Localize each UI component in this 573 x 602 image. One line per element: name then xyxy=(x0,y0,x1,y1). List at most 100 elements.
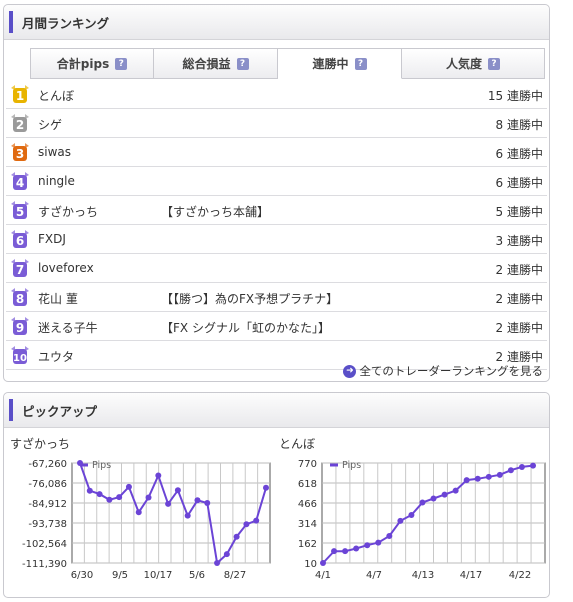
data-point[interactable] xyxy=(253,517,260,524)
data-point[interactable] xyxy=(223,551,230,558)
trader-name[interactable]: すざかっち xyxy=(38,203,98,220)
trader-name[interactable]: シゲ xyxy=(38,116,62,133)
data-point[interactable] xyxy=(507,467,514,474)
x-tick-label: 8/27 xyxy=(224,570,246,581)
rank-medal-icon: 2 xyxy=(11,114,29,132)
arrow-right-icon: ➜ xyxy=(343,364,357,378)
tab-total-pips[interactable]: 合計pips? xyxy=(30,48,154,79)
ranking-row: 6 FXDJ 3 連勝中 xyxy=(6,225,547,254)
data-point[interactable] xyxy=(174,487,181,494)
trader-service[interactable]: 【【勝つ】為のFX予想プラチナ】 xyxy=(161,290,338,307)
y-tick-label: 162 xyxy=(298,539,317,550)
ranking-row: 1 とんぼ 15 連勝中 xyxy=(6,80,547,109)
y-tick-label: 466 xyxy=(298,499,317,510)
data-point[interactable] xyxy=(233,533,240,540)
ranking-row: 3 siwas 6 連勝中 xyxy=(6,138,547,167)
y-tick-label: 770 xyxy=(298,459,317,470)
rank-medal-icon: 10 xyxy=(11,346,29,364)
data-point[interactable] xyxy=(331,548,338,555)
rank-number: 7 xyxy=(16,263,24,277)
data-point[interactable] xyxy=(116,494,123,501)
data-point[interactable] xyxy=(530,462,536,469)
data-point[interactable] xyxy=(408,511,415,518)
win-streak-value: 3 連勝中 xyxy=(495,234,543,248)
data-point[interactable] xyxy=(155,472,162,479)
help-icon[interactable]: ? xyxy=(488,57,500,70)
y-tick-label: 10 xyxy=(304,559,317,570)
data-point[interactable] xyxy=(353,545,360,552)
trader-name[interactable]: 迷える子牛 xyxy=(38,319,98,336)
tab-total-profit[interactable]: 総合損益? xyxy=(154,48,278,79)
data-point[interactable] xyxy=(184,512,191,519)
y-tick-label: -93,738 xyxy=(28,519,67,530)
data-point[interactable] xyxy=(518,463,525,470)
data-point[interactable] xyxy=(386,533,393,540)
x-tick-label: 4/17 xyxy=(460,570,482,581)
trader-name[interactable]: FXDJ xyxy=(38,232,66,246)
data-point[interactable] xyxy=(320,560,326,566)
rank-medal-icon: 3 xyxy=(11,143,29,161)
data-point[interactable] xyxy=(375,539,382,546)
chart-1-pips-line: -67,260 -76,086 -84,912 -93,738 -102,564 -111… xyxy=(22,459,271,581)
data-point[interactable] xyxy=(364,542,371,549)
data-point[interactable] xyxy=(125,483,132,490)
tab-win-streak[interactable]: 連勝中? xyxy=(278,48,402,79)
rank-number: 1 xyxy=(16,89,24,103)
trader-service[interactable]: 【FX シグナル「虹のかなた」】 xyxy=(161,319,330,336)
data-point[interactable] xyxy=(194,497,201,504)
win-streak-value: 8 連勝中 xyxy=(495,118,543,132)
data-point[interactable] xyxy=(243,521,250,528)
data-point[interactable] xyxy=(77,460,83,466)
ranking-tabs: 合計pips? 総合損益? 連勝中? 人気度? xyxy=(30,48,545,80)
tab-popularity[interactable]: 人気度? xyxy=(402,48,545,79)
data-point[interactable] xyxy=(419,499,426,506)
y-tick-label: -67,260 xyxy=(28,459,67,470)
all-traders-ranking-link[interactable]: ➜ 全てのトレーダーランキングを見る xyxy=(343,363,543,379)
ranking-row: 8 花山 菫 【【勝つ】為のFX予想プラチナ】 2 連勝中 xyxy=(6,283,547,312)
trader-name[interactable]: loveforex xyxy=(38,261,94,275)
data-point[interactable] xyxy=(106,496,113,503)
x-tick-label: 4/1 xyxy=(315,570,331,581)
tab-label: 総合損益 xyxy=(182,57,231,71)
rank-medal-icon: 1 xyxy=(11,85,29,103)
data-point[interactable] xyxy=(204,499,211,506)
pickup-header: ピックアップ xyxy=(4,393,549,428)
chart-2-title[interactable]: とんぼ xyxy=(279,435,315,452)
trader-name[interactable]: ningle xyxy=(38,174,75,188)
help-icon[interactable]: ? xyxy=(354,57,367,70)
trader-name[interactable]: 花山 菫 xyxy=(38,290,78,307)
data-point[interactable] xyxy=(86,487,93,494)
data-point[interactable] xyxy=(263,484,269,491)
trader-name[interactable]: siwas xyxy=(38,145,71,159)
data-point[interactable] xyxy=(214,560,221,566)
data-point[interactable] xyxy=(135,509,142,516)
data-point[interactable] xyxy=(485,473,492,480)
win-streak-value: 6 連勝中 xyxy=(495,176,543,190)
rank-medal-icon: 7 xyxy=(11,259,29,277)
data-point[interactable] xyxy=(463,477,470,484)
help-icon[interactable]: ? xyxy=(236,57,249,70)
ranking-row: 2 シゲ 8 連勝中 xyxy=(6,109,547,138)
rank-number: 3 xyxy=(16,147,24,161)
rank-number: 6 xyxy=(16,234,24,248)
help-icon[interactable]: ? xyxy=(115,57,128,70)
data-point[interactable] xyxy=(474,475,481,482)
trader-service[interactable]: 【すざかっち本舗】 xyxy=(161,203,269,220)
data-point[interactable] xyxy=(96,491,103,498)
data-point[interactable] xyxy=(145,494,152,501)
trader-name[interactable]: ユウタ xyxy=(38,348,74,365)
data-point[interactable] xyxy=(430,495,437,502)
data-point[interactable] xyxy=(441,491,448,498)
tab-label: 合計pips xyxy=(56,57,110,71)
trader-name[interactable]: とんぼ xyxy=(38,87,74,104)
data-point[interactable] xyxy=(496,471,503,478)
win-streak-value: 2 連勝中 xyxy=(495,321,543,335)
data-point[interactable] xyxy=(452,487,459,494)
data-point[interactable] xyxy=(165,500,172,507)
chart-1-title[interactable]: すざかっち xyxy=(10,435,70,452)
data-point[interactable] xyxy=(342,548,349,555)
rank-medal-icon: 4 xyxy=(11,172,29,190)
x-tick-label: 9/5 xyxy=(112,570,128,581)
rank-number: 9 xyxy=(16,321,24,335)
data-point[interactable] xyxy=(397,517,404,524)
